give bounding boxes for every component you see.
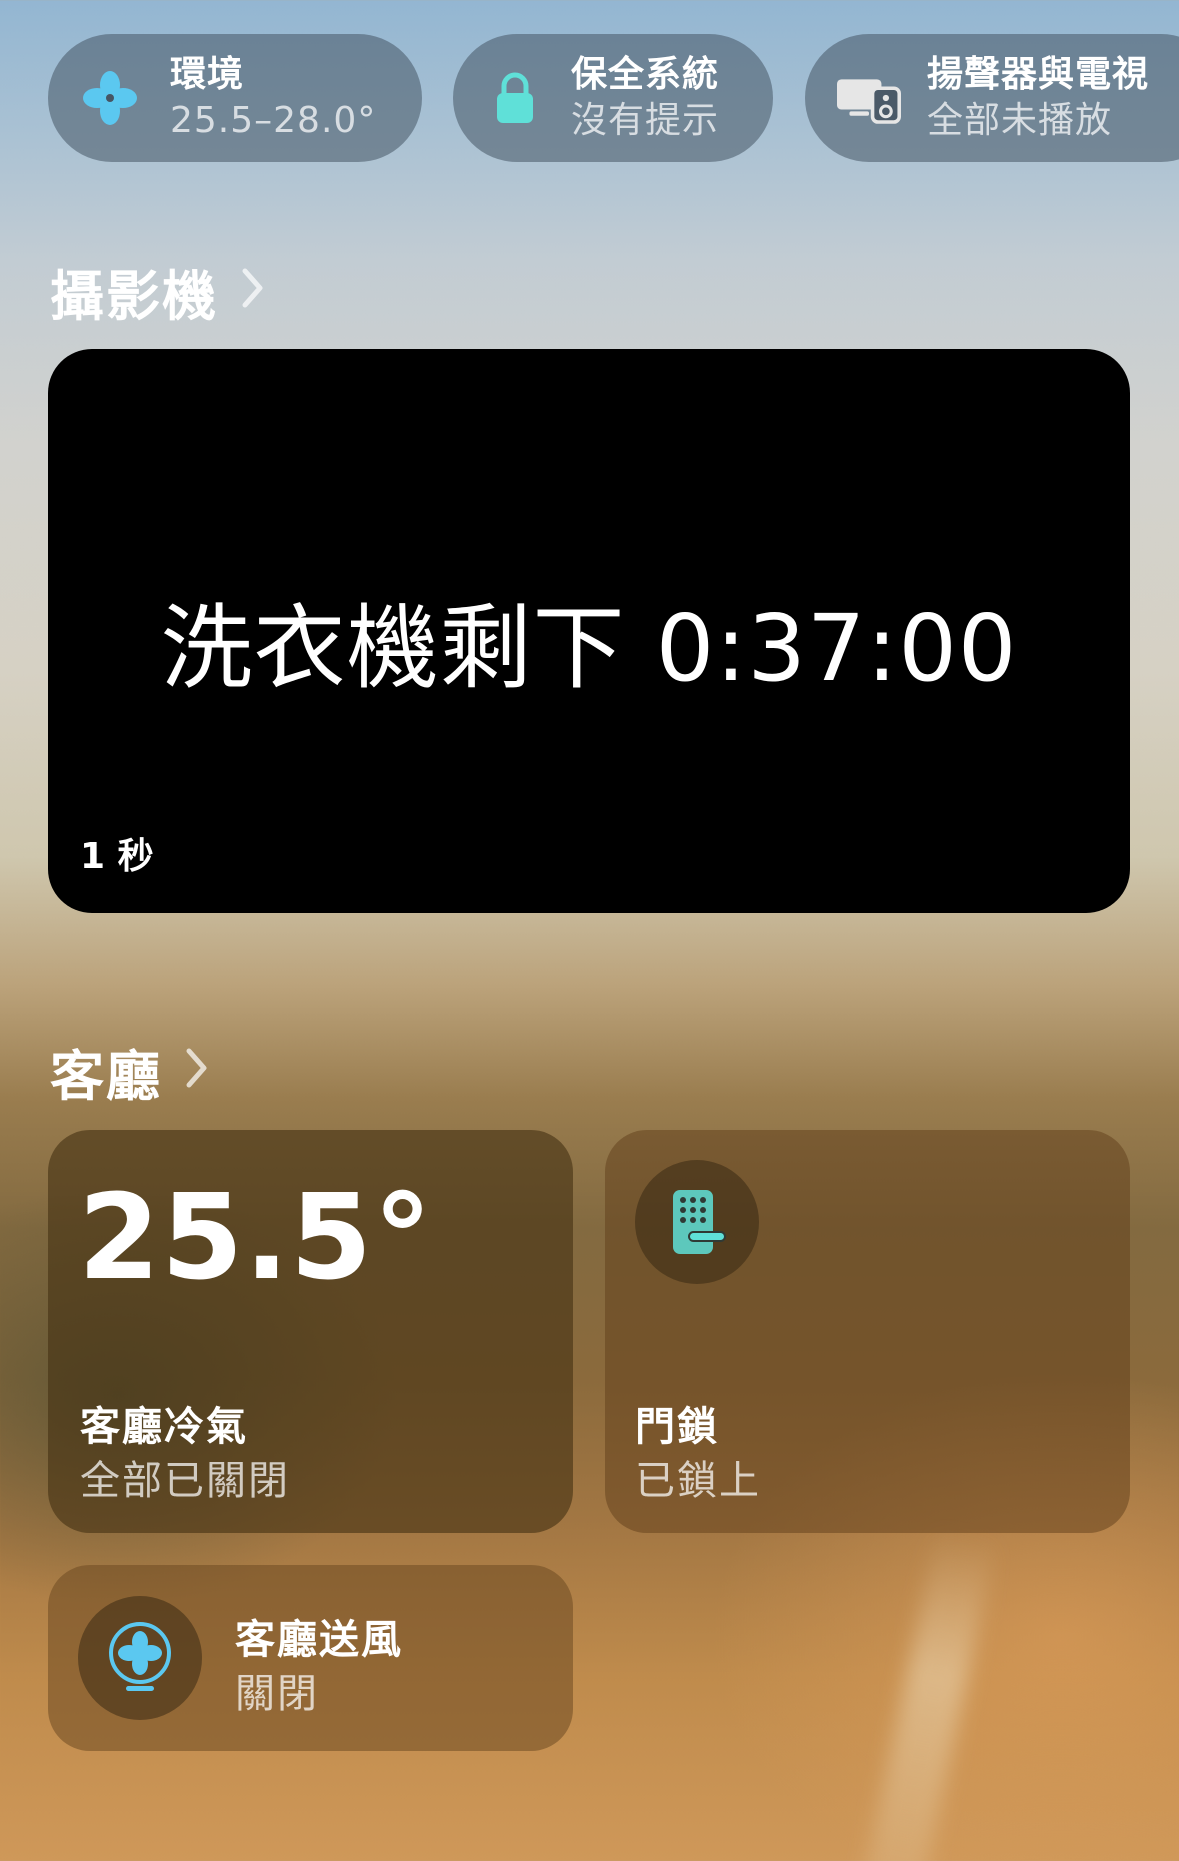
ac-temperature: 25.5°	[78, 1168, 434, 1306]
fan-name: 客廳送風	[235, 1617, 403, 1663]
living-room-fan-tile[interactable]: 客廳送風 關閉	[48, 1565, 573, 1751]
security-status: 沒有提示	[571, 100, 720, 141]
lock-name: 門鎖	[635, 1404, 719, 1450]
ac-status: 全部已關閉	[80, 1458, 290, 1504]
fan-status: 關閉	[235, 1671, 319, 1717]
climate-title: 環境	[170, 54, 245, 95]
security-status-pill[interactable]: 保全系統 沒有提示	[453, 34, 773, 162]
camera-snapshot-age: 1 秒	[80, 836, 154, 877]
living-room-ac-tile[interactable]: 25.5° 客廳冷氣 全部已關閉	[48, 1130, 573, 1533]
climate-range: 25.5–28.0°	[170, 100, 377, 141]
living-room-section-header[interactable]: 客廳	[50, 1032, 210, 1111]
background-streak	[863, 1527, 997, 1861]
keypad-lock-icon[interactable]	[635, 1160, 759, 1284]
lock-icon	[483, 66, 547, 130]
cameras-section-header[interactable]: 攝影機	[50, 252, 266, 331]
speakers-tv-status-pill[interactable]: 揚聲器與電視 全部未播放	[805, 34, 1179, 162]
climate-status-pill[interactable]: 環境 25.5–28.0°	[48, 34, 422, 162]
ac-name: 客廳冷氣	[80, 1404, 248, 1450]
speakers-title: 揚聲器與電視	[927, 54, 1150, 95]
camera-overlay-text: 洗衣機剩下 0:37:00	[160, 595, 1018, 702]
lock-status: 已鎖上	[635, 1458, 761, 1504]
speakers-status: 全部未播放	[927, 100, 1113, 141]
camera-feed[interactable]: 洗衣機剩下 0:37:00 1 秒	[48, 349, 1130, 913]
security-title: 保全系統	[571, 54, 720, 95]
fan-icon	[78, 66, 142, 130]
speaker-tv-icon	[837, 66, 901, 130]
door-lock-tile[interactable]: 門鎖 已鎖上	[605, 1130, 1130, 1533]
chevron-right-icon	[184, 1040, 210, 1103]
desk-fan-icon[interactable]	[78, 1596, 202, 1720]
chevron-right-icon	[240, 260, 266, 323]
cameras-title: 攝影機	[50, 265, 218, 328]
living-room-title: 客廳	[50, 1045, 162, 1108]
